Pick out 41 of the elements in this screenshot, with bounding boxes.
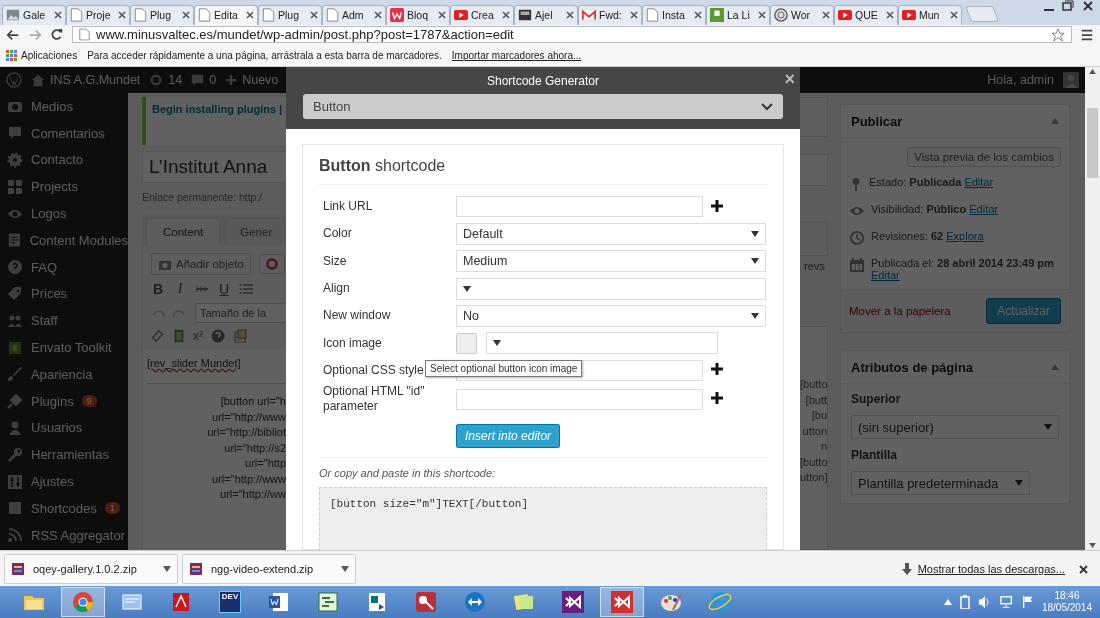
code-line: url="http [244,456,286,471]
field-label: Optional HTML "id" parameter [323,384,425,414]
editor-text: [rev_slider Mundet] [147,357,241,369]
field-label: Plantilla [851,448,898,462]
code-line: url="http://s2 [223,440,286,456]
field-label: Icon image [323,335,382,350]
url-text: www.minusvaltec.es/mundet/wp-admin/post.php?post=1787&action=edit [96,27,514,43]
section-heading: Button shortcode [319,157,767,185]
field-label: Link URL [323,199,373,214]
bookmarks-hint: Para acceder rápidamente a una página, arrástrala a esta barra de marcadores. [87,50,442,62]
code-line: utton] [800,470,827,485]
code-line: url="http://www [211,471,286,487]
code-line: [butto [800,454,827,470]
count-badge: 9 [81,395,97,408]
code-line: utton [801,423,827,439]
field-label: Size [323,253,347,268]
code-line: [butt [804,392,827,408]
code-line: n [819,439,827,454]
field-label: Color [323,226,352,241]
code-line: [butto [800,377,827,392]
dialog-title: Shortcode Generator [485,72,601,90]
code-line: url="http://www [211,409,286,425]
dev-icon: DEV [219,591,241,614]
code-line: url="http://ww [219,487,286,502]
publish-info: Estado: Publicada Editar [869,176,995,188]
count-badge: 1 [104,502,120,515]
tooltip: Select optional button icon image [425,359,583,377]
field-label: Optional CSS style [323,362,424,377]
editor-text: revs [804,260,826,272]
field-label: Align [323,281,350,296]
field-label: New window [323,308,391,323]
code-line: [bu [810,408,827,423]
panel-title: Publicar [851,113,903,129]
code-line: url="http://bibliot [206,425,286,440]
panel-title: Atributos de página [851,359,974,375]
code-line: [button url="h [219,394,286,409]
copy-hint: Or copy and paste in this shortcode: [319,467,497,480]
publish-info: Visibilidad: Público Editar [871,203,999,215]
field-label: Superior [851,392,902,406]
publish-info: Revisiones: 62 Explora [871,230,985,242]
publish-info: Publicada el: 28 abril 2014 23:49 pm Editar [871,257,1055,281]
